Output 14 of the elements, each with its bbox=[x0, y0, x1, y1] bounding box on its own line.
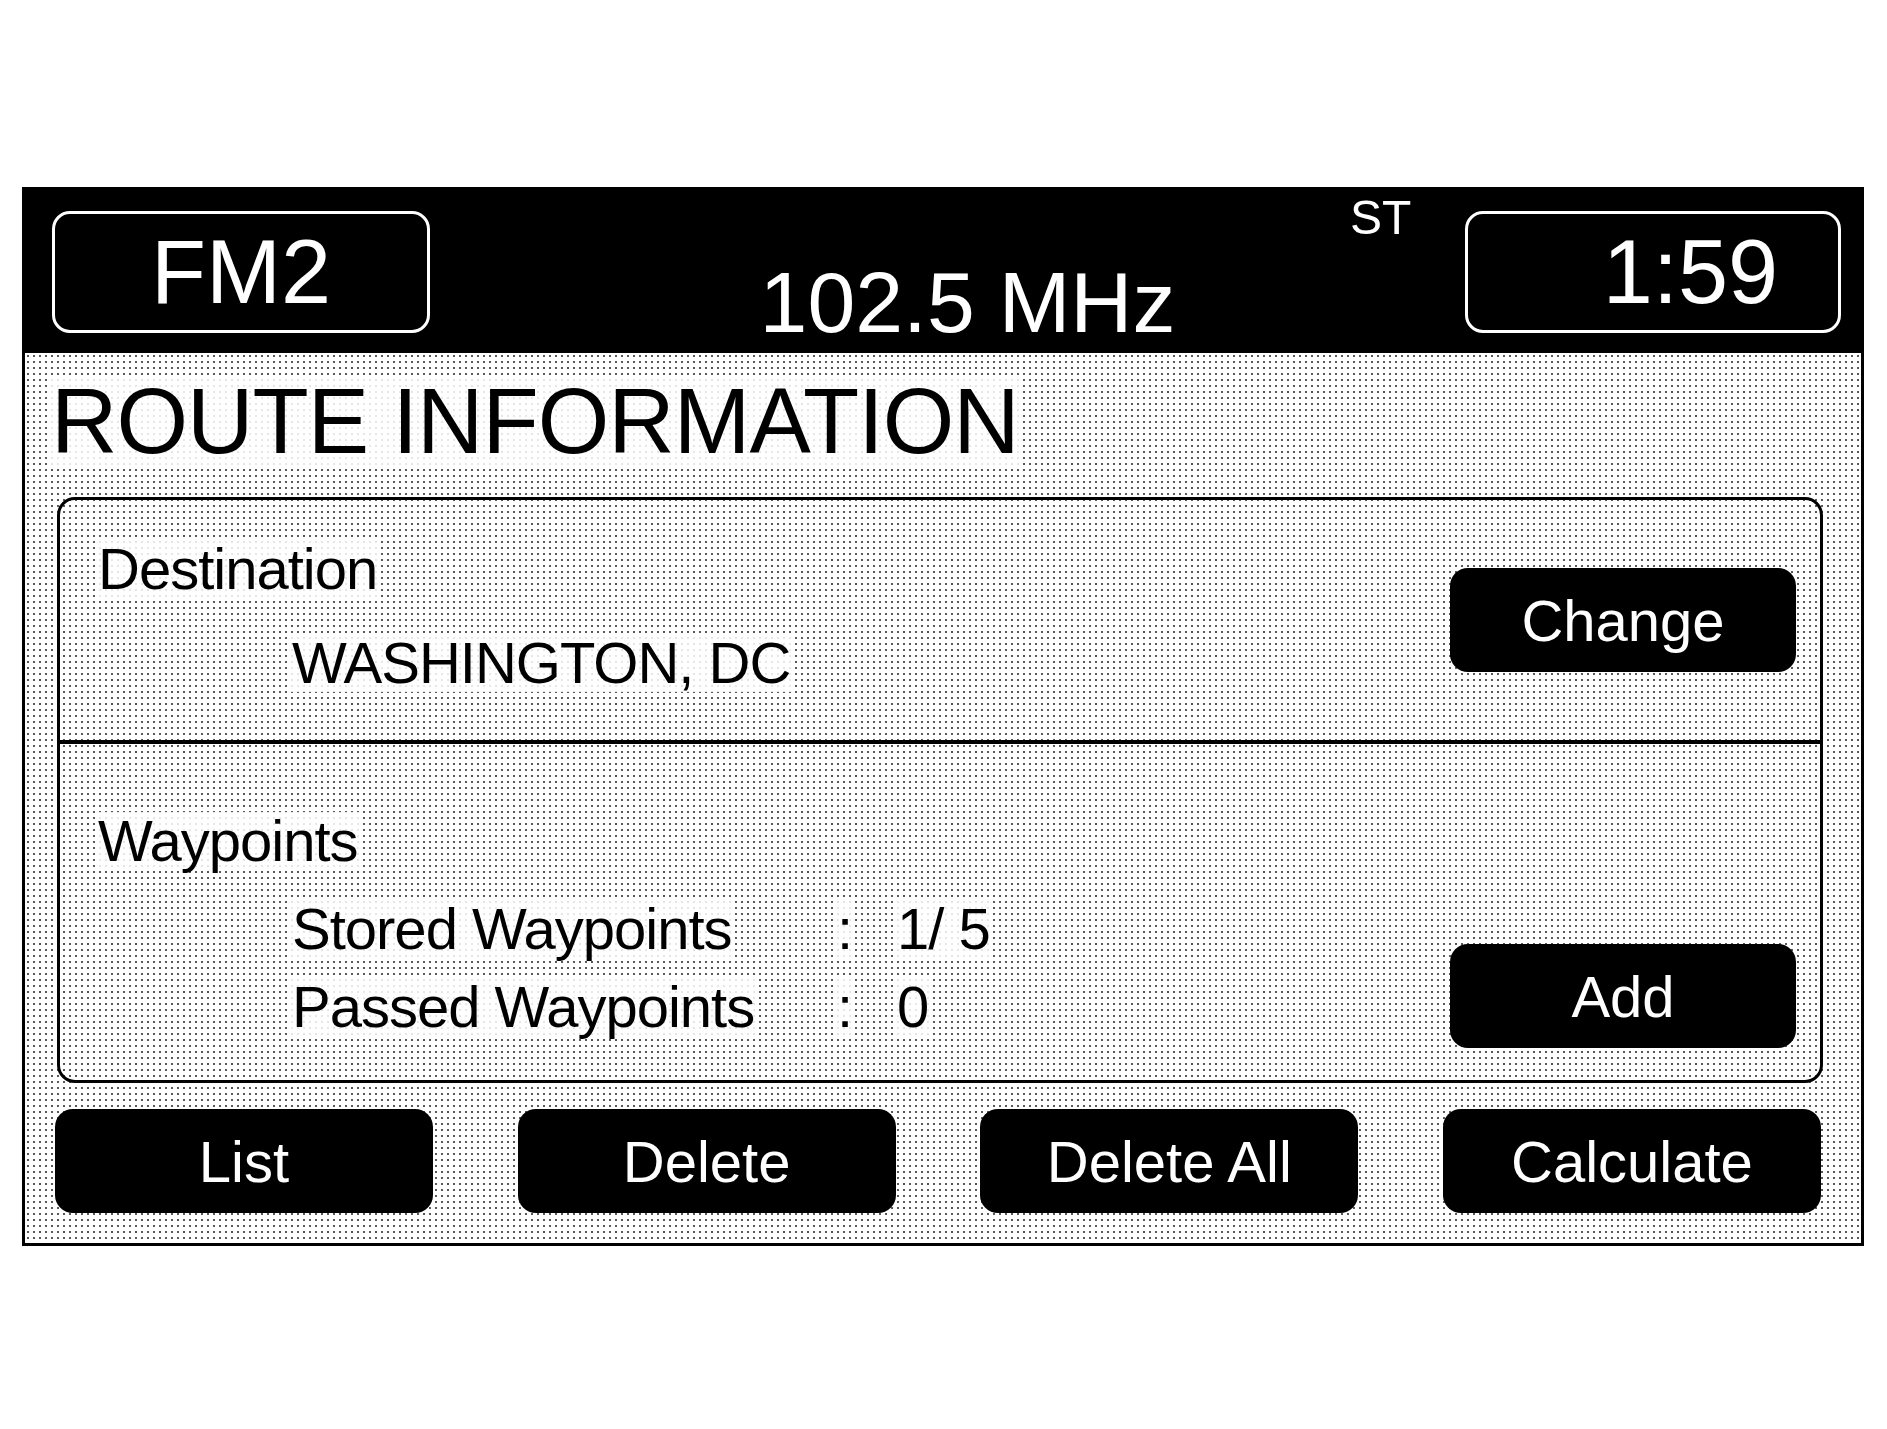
stereo-indicator: ST bbox=[1350, 194, 1412, 242]
add-button[interactable]: Add bbox=[1450, 944, 1796, 1048]
waypoint-count-value: 1/ 5 bbox=[895, 900, 992, 958]
destination-label: Destination bbox=[96, 540, 380, 598]
change-button[interactable]: Change bbox=[1450, 568, 1796, 672]
action-button[interactable]: List bbox=[55, 1109, 433, 1213]
clock-display: 1:59 bbox=[1465, 210, 1841, 333]
action-button[interactable]: Delete All bbox=[980, 1109, 1359, 1213]
band-display: FM2 bbox=[52, 210, 430, 333]
frequency-text: 102.5 MHz bbox=[759, 259, 1176, 345]
action-button[interactable]: Delete bbox=[517, 1109, 896, 1213]
destination-value: WASHINGTON, DC bbox=[290, 634, 793, 692]
action-button[interactable]: Calculate bbox=[1442, 1109, 1821, 1213]
waypoint-count-value: 0 bbox=[895, 978, 931, 1036]
